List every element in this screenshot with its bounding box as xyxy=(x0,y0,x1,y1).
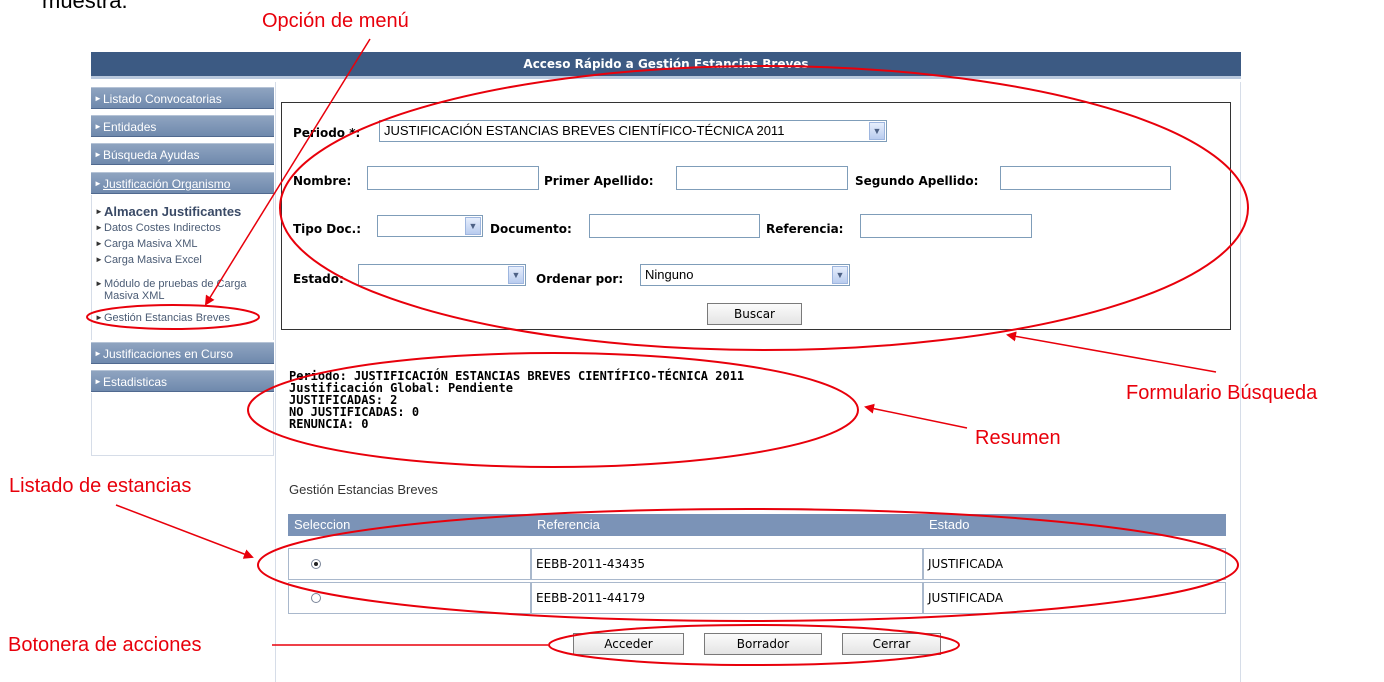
menu-highlight-ellipse xyxy=(86,304,260,330)
menu-arrow xyxy=(204,38,371,306)
list-arrow xyxy=(115,504,254,559)
annotation-resumen: Resumen xyxy=(975,427,1061,449)
form-arrow xyxy=(1006,331,1217,373)
annotation-opcion-menu: Opción de menú xyxy=(262,10,409,32)
annotation-botonera-acciones: Botonera de acciones xyxy=(8,634,202,656)
form-highlight-ellipse xyxy=(279,65,1249,351)
list-highlight-ellipse xyxy=(257,508,1239,622)
summary-arrow xyxy=(864,403,968,429)
annotation-overlay xyxy=(86,38,1249,666)
actions-highlight-ellipse xyxy=(548,624,960,666)
annotation-listado-estancias: Listado de estancias xyxy=(9,475,192,497)
annotation-formulario-busqueda: Formulario Búsqueda xyxy=(1126,382,1318,404)
summary-highlight-ellipse xyxy=(247,352,859,468)
